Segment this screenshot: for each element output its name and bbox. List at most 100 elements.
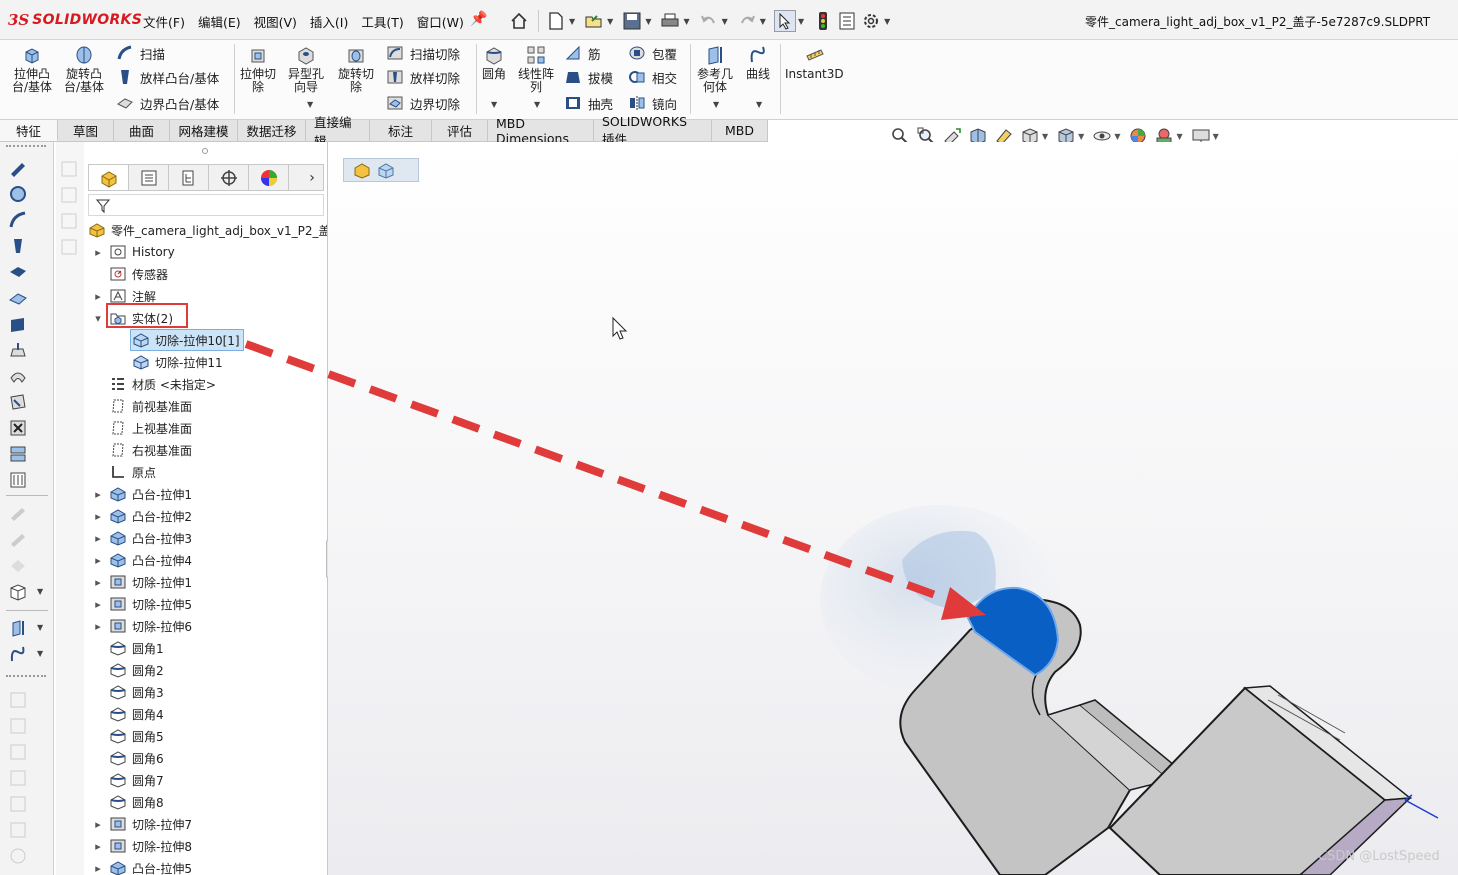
open-icon[interactable] xyxy=(583,10,605,32)
tab-features[interactable]: 特征 xyxy=(0,120,58,141)
faded-tool-1-icon[interactable] xyxy=(8,690,28,710)
extrude-cut-button[interactable]: 拉伸切 除 xyxy=(240,44,276,94)
faded-tool-2-icon[interactable] xyxy=(8,716,28,736)
reftool-dropdown-icon[interactable]: ▼ xyxy=(37,623,43,632)
tab-solidworks-addins[interactable]: SOLIDWORKS 插件 xyxy=(594,114,712,147)
displaymanager-tab-icon[interactable] xyxy=(249,165,289,190)
loft-tool-icon[interactable] xyxy=(8,236,28,256)
instant3d-button[interactable]: Instant3D xyxy=(785,44,844,81)
tab-sketch[interactable]: 草图 xyxy=(58,120,114,141)
tree-item[interactable]: 原点 xyxy=(109,461,156,483)
tab-mesh-modeling[interactable]: 网格建模 xyxy=(170,120,238,141)
tree-item[interactable]: ▸ 凸台-拉伸5 xyxy=(95,857,192,875)
rebuild-traffic-light-icon[interactable] xyxy=(812,10,834,32)
tree-item[interactable]: 圆角3 xyxy=(109,681,164,703)
part-breadcrumb-icon[interactable] xyxy=(352,161,372,179)
move-body-dropdown-icon[interactable]: ▼ xyxy=(37,587,43,596)
toolbar-grip[interactable] xyxy=(6,675,46,677)
tree-filter-field[interactable] xyxy=(88,194,324,216)
panel-grip[interactable] xyxy=(202,148,208,154)
toolbar-grip[interactable] xyxy=(6,145,46,147)
fillet-button[interactable]: 圆角 xyxy=(482,44,506,81)
breadcrumb[interactable] xyxy=(343,158,419,182)
pattern-dropdown-icon[interactable]: ▼ xyxy=(534,100,540,109)
swept-cut-button[interactable]: 扫描切除 xyxy=(386,42,460,64)
expand-caret-icon[interactable]: ▸ xyxy=(93,488,103,501)
tree-item[interactable]: ▸ 切除-拉伸7 xyxy=(95,813,192,835)
move-body-icon[interactable] xyxy=(8,582,28,602)
menu-view[interactable]: 视图(V) xyxy=(254,12,297,31)
hole-dropdown-icon[interactable]: ▼ xyxy=(307,100,313,109)
solidworks-logo[interactable]: 3S SOLIDWORKS xyxy=(8,10,142,30)
reference-geometry-button[interactable]: 参考几 何体 xyxy=(697,44,733,94)
featuremanager-tab-icon[interactable] xyxy=(89,165,129,190)
faded-sketch-2-icon[interactable] xyxy=(60,186,78,204)
redo-icon[interactable] xyxy=(736,10,758,32)
tree-item[interactable]: ▸ 凸台-拉伸4 xyxy=(95,549,192,571)
mirror-button[interactable]: 镜向 xyxy=(628,92,677,114)
extrude-tool-icon[interactable] xyxy=(8,314,28,334)
tree-item[interactable]: ▸ History xyxy=(95,241,174,263)
lofted-cut-button[interactable]: 放样切除 xyxy=(386,66,460,88)
tree-item[interactable]: 前视基准面 xyxy=(109,395,192,417)
expand-caret-icon[interactable]: ▸ xyxy=(93,862,103,875)
tree-root-part[interactable]: 零件_camera_light_adj_box_v1_P2_盖子 xyxy=(88,219,327,241)
redo-dropdown-icon[interactable]: ▼ xyxy=(760,17,766,26)
menu-edit[interactable]: 编辑(E) xyxy=(198,12,241,31)
revolve-boss-button[interactable]: 旋转凸 台/基体 xyxy=(64,44,104,94)
tab-surfaces[interactable]: 曲面 xyxy=(114,120,170,141)
deform-tool-icon[interactable] xyxy=(8,392,28,412)
curvestool-dropdown-icon[interactable]: ▼ xyxy=(37,649,43,658)
print-dropdown-icon[interactable]: ▼ xyxy=(683,17,689,26)
linear-pattern-button[interactable]: 线性阵 列 xyxy=(518,44,554,94)
dome-tool-icon[interactable] xyxy=(8,340,28,360)
file-properties-icon[interactable] xyxy=(836,10,858,32)
home-icon[interactable] xyxy=(508,10,530,32)
undo-icon[interactable] xyxy=(698,10,720,32)
faded-tool-5-icon[interactable] xyxy=(8,794,28,814)
curves-button[interactable]: 曲线 xyxy=(746,44,770,81)
select-arrow-icon[interactable] xyxy=(773,10,796,32)
display-style-dropdown-icon[interactable]: ▼ xyxy=(1078,132,1084,141)
tree-item[interactable]: ▸ 凸台-拉伸2 xyxy=(95,505,192,527)
intersect-button[interactable]: 相交 xyxy=(628,66,677,88)
menu-window[interactable]: 窗口(W) xyxy=(417,12,464,31)
propertymanager-tab-icon[interactable] xyxy=(129,165,169,190)
new-dropdown-icon[interactable]: ▼ xyxy=(569,17,575,26)
menu-insert[interactable]: 插入(I) xyxy=(310,12,348,31)
sweep-button[interactable]: 扫描 xyxy=(116,42,165,64)
fillet-dropdown-icon[interactable]: ▼ xyxy=(491,100,497,109)
expand-caret-icon[interactable]: ▸ xyxy=(93,620,103,633)
hole-wizard-button[interactable]: 异型孔 向导 xyxy=(288,44,324,94)
expand-caret-icon[interactable]: ▸ xyxy=(93,246,103,259)
boundary-tool-icon[interactable] xyxy=(8,262,28,282)
sketch-tool-icon[interactable] xyxy=(8,158,28,178)
split-tool-icon[interactable] xyxy=(8,444,28,464)
undo-dropdown-icon[interactable]: ▼ xyxy=(722,17,728,26)
expand-caret-icon[interactable]: ▸ xyxy=(93,532,103,545)
more-tabs-chevron-icon[interactable]: › xyxy=(301,165,323,190)
graphics-area[interactable] xyxy=(328,142,1458,875)
tree-item[interactable]: 圆角4 xyxy=(109,703,164,725)
thicken-tool-icon[interactable] xyxy=(8,288,28,308)
rib-button[interactable]: 筋 xyxy=(564,42,601,64)
faded-sketch-4-icon[interactable] xyxy=(60,238,78,256)
combine-tool-icon[interactable] xyxy=(8,470,28,490)
shell-button[interactable]: 抽壳 xyxy=(564,92,613,114)
revolve-tool-icon[interactable] xyxy=(8,184,28,204)
expand-caret-icon[interactable]: ▸ xyxy=(93,818,103,831)
tree-item[interactable]: 上视基准面 xyxy=(109,417,192,439)
wrap-button[interactable]: 包覆 xyxy=(628,42,677,64)
menu-file[interactable]: 文件(F) xyxy=(143,12,185,31)
tree-item[interactable]: 圆角8 xyxy=(109,791,164,813)
pin-menu-icon[interactable]: 📌 xyxy=(470,11,487,27)
curves-dropdown-icon[interactable]: ▼ xyxy=(756,100,762,109)
options-dropdown-icon[interactable]: ▼ xyxy=(884,17,890,26)
tab-mbd-dimensions[interactable]: MBD Dimensions xyxy=(488,116,594,146)
save-icon[interactable] xyxy=(621,10,643,32)
offset-surface-icon[interactable] xyxy=(8,530,28,550)
expand-caret-icon[interactable]: ▸ xyxy=(93,290,103,303)
boundary-boss-button[interactable]: 边界凸台/基体 xyxy=(116,92,219,114)
faded-tool-4-icon[interactable] xyxy=(8,768,28,788)
collapse-caret-icon[interactable]: ▾ xyxy=(93,312,103,325)
